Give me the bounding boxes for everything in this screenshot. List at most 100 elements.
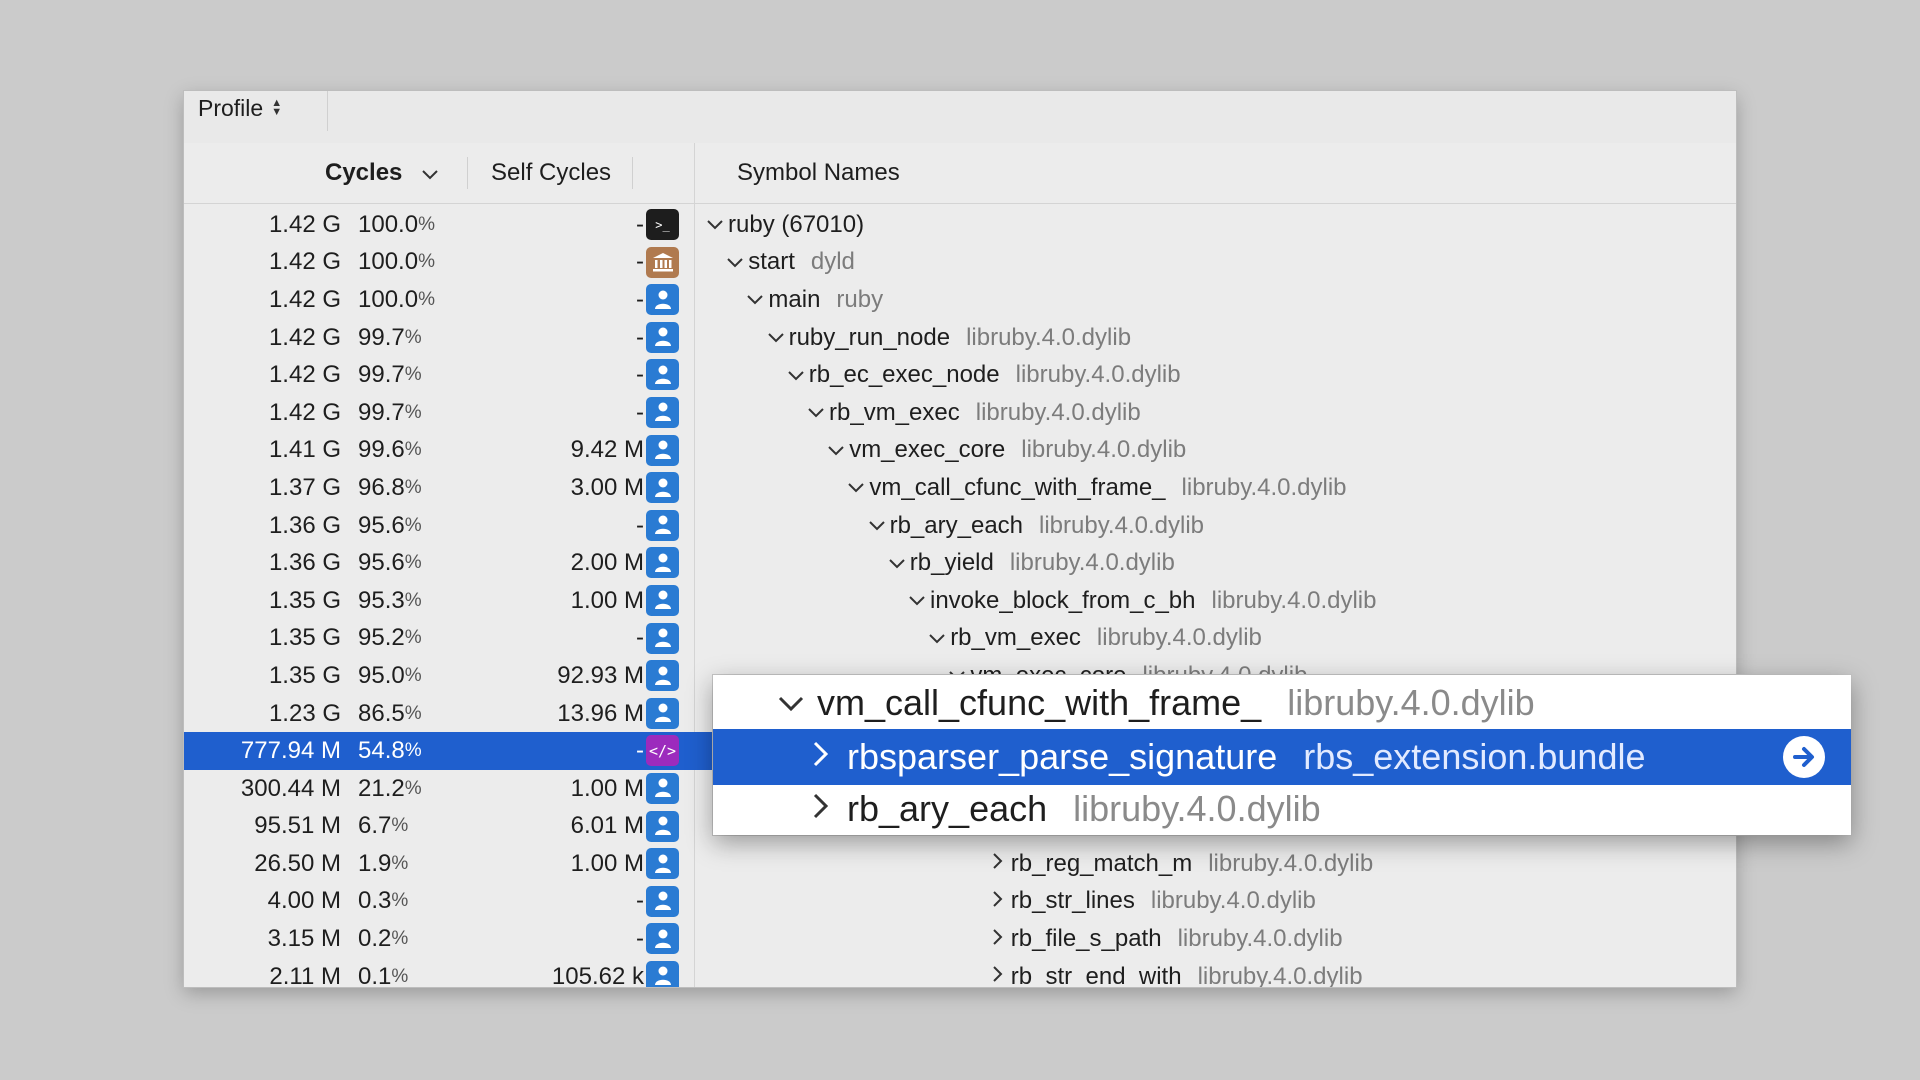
disclosure-expanded-icon[interactable]: [867, 515, 887, 536]
symbol-name: rb_reg_match_m: [1010, 849, 1193, 877]
cycles-percent: 99.7%: [358, 323, 422, 351]
table-row[interactable]: 1.42 G 100.0% - main ruby: [184, 281, 1736, 319]
disclosure-expanded-icon[interactable]: [745, 289, 765, 310]
cycles-percent: 0.3%: [358, 887, 409, 915]
disclosure-expanded-icon[interactable]: [846, 477, 866, 498]
symbol-cell[interactable]: rb_ec_exec_node libruby.4.0.dylib: [786, 356, 1181, 394]
disclosure-collapsed-icon[interactable]: [988, 966, 1008, 987]
table-row[interactable]: 1.36 G 95.6% 2.00 M rb_yield libruby.4.0.dyl…: [184, 544, 1736, 582]
self-cycles-value: -: [636, 511, 644, 539]
symbol-cell[interactable]: rb_vm_exec libruby.4.0.dylib: [806, 394, 1141, 432]
disclosure-expanded-icon[interactable]: [907, 590, 927, 611]
symbol-name: ruby_run_node: [788, 323, 951, 351]
symbol-name: rb_ary_each: [847, 788, 1048, 829]
table-row[interactable]: 2.11 M 0.1% 105.62 k rb_str_end_with libruby…: [184, 958, 1736, 987]
library-name: libruby.4.0.dylib: [1015, 361, 1181, 389]
user-code-icon: [646, 321, 679, 353]
table-row[interactable]: 26.50 M 1.9% 1.00 M rb_reg_match_m libruby.4…: [184, 845, 1736, 883]
symbol-name: start: [748, 248, 795, 276]
symbol-cell[interactable]: rb_vm_exec libruby.4.0.dylib: [927, 620, 1262, 658]
disclosure-expanded-icon[interactable]: [887, 553, 907, 574]
symbol-cell[interactable]: rb_str_lines libruby.4.0.dylib: [988, 883, 1316, 921]
popup-row[interactable]: rb_ary_each libruby.4.0.dylib: [713, 781, 1851, 837]
symbol-cell[interactable]: rb_file_s_path libruby.4.0.dylib: [988, 920, 1343, 958]
header-divider[interactable]: [632, 157, 633, 189]
user-code-icon: [646, 697, 679, 729]
symbol-name: rb_str_end_with: [1010, 962, 1182, 987]
header-divider[interactable]: [467, 157, 468, 189]
cycles-percent: 1.9%: [358, 849, 409, 877]
cycles-percent: 95.6%: [358, 549, 422, 577]
popup-row[interactable]: rbsparser_parse_signature rbs_extension.b…: [713, 729, 1851, 785]
system-library-icon: [646, 246, 679, 278]
cycles-value: 4.00 M: [267, 887, 341, 915]
call-tree-table: 1.42 G 100.0% - >_ ruby (67010) 1.42 G 100.0% -…: [184, 206, 1736, 987]
sort-descending-icon[interactable]: [422, 159, 439, 187]
symbol-cell[interactable]: rb_str_end_with libruby.4.0.dylib: [988, 958, 1363, 987]
library-name: libruby.4.0.dylib: [1150, 887, 1316, 915]
cycles-value: 3.15 M: [267, 925, 341, 953]
symbol-cell[interactable]: ruby (67010): [705, 206, 864, 244]
user-code-icon: [646, 359, 679, 391]
symbol-cell[interactable]: start dyld: [725, 244, 855, 282]
cycles-percent: 99.6%: [358, 436, 422, 464]
symbol-cell[interactable]: rb_yield libruby.4.0.dylib: [887, 544, 1175, 582]
library-name: libruby.4.0.dylib: [1096, 624, 1262, 652]
disclosure-expanded-icon[interactable]: [705, 214, 725, 235]
disclosure-expanded-icon[interactable]: [786, 365, 806, 386]
cycles-percent: 0.1%: [358, 962, 409, 987]
library-name: libruby.4.0.dylib: [1073, 788, 1321, 829]
table-row[interactable]: 1.41 G 99.6% 9.42 M vm_exec_core libruby.4.0…: [184, 432, 1736, 470]
symbol-cell[interactable]: ruby_run_node libruby.4.0.dylib: [766, 319, 1131, 357]
disclosure-collapsed-icon[interactable]: [803, 741, 839, 774]
table-row[interactable]: 1.42 G 99.7% - rb_vm_exec libruby.4.0.dylib: [184, 394, 1736, 432]
disclosure-expanded-icon[interactable]: [806, 402, 826, 423]
cycles-percent: 95.2%: [358, 624, 422, 652]
symbol-cell[interactable]: rb_ary_each libruby.4.0.dylib: [867, 507, 1204, 545]
symbol-cell[interactable]: vm_exec_core libruby.4.0.dylib: [826, 432, 1186, 470]
disclosure-collapsed-icon[interactable]: [988, 928, 1008, 950]
symbol-cell[interactable]: main ruby: [745, 281, 883, 319]
popup-row[interactable]: vm_call_cfunc_with_frame_ libruby.4.0.dyl…: [713, 675, 1851, 731]
disclosure-expanded-icon[interactable]: [766, 327, 786, 348]
cycles-value: 300.44 M: [240, 774, 341, 802]
table-row[interactable]: 1.35 G 95.2% - rb_vm_exec libruby.4.0.dylib: [184, 620, 1736, 658]
column-self-cycles-header[interactable]: Self Cycles: [491, 143, 611, 203]
navigate-arrow-icon[interactable]: [1783, 736, 1825, 778]
cycles-value: 1.36 G: [268, 511, 341, 539]
cycles-percent: 99.7%: [358, 398, 422, 426]
symbol-cell[interactable]: invoke_block_from_c_bh libruby.4.0.dylib: [907, 582, 1376, 620]
table-row[interactable]: 1.42 G 100.0% - >_ ruby (67010): [184, 206, 1736, 244]
user-code-icon: [646, 923, 679, 955]
disclosure-expanded-icon[interactable]: [826, 440, 846, 461]
terminal-icon: >_: [646, 209, 679, 240]
table-row[interactable]: 1.37 G 96.8% 3.00 M vm_call_cfunc_with_fram…: [184, 469, 1736, 507]
profile-selector[interactable]: Profile ▲ ▼: [198, 93, 282, 123]
cycles-percent: 100.0%: [358, 285, 435, 313]
self-cycles-value: 9.42 M: [570, 436, 644, 464]
symbol-cell[interactable]: rb_reg_match_m libruby.4.0.dylib: [988, 845, 1373, 883]
disclosure-expanded-icon[interactable]: [927, 628, 947, 649]
disclosure-expanded-icon[interactable]: [725, 252, 745, 273]
self-cycles-value: 92.93 M: [557, 661, 644, 689]
self-cycles-value: 13.96 M: [557, 699, 644, 727]
library-name: libruby.4.0.dylib: [1211, 586, 1377, 614]
table-row[interactable]: 1.42 G 100.0% - start dyld: [184, 244, 1736, 282]
table-row[interactable]: 4.00 M 0.3% - rb_str_lines libruby.4.0.dylib: [184, 883, 1736, 921]
cycles-value: 1.35 G: [268, 586, 341, 614]
disclosure-collapsed-icon[interactable]: [803, 793, 839, 826]
user-code-icon: [646, 772, 679, 804]
cycles-value: 1.42 G: [268, 210, 341, 238]
table-row[interactable]: 1.35 G 95.3% 1.00 M invoke_block_from_c_bh l…: [184, 582, 1736, 620]
disclosure-collapsed-icon[interactable]: [988, 853, 1008, 874]
table-row[interactable]: 3.15 M 0.2% - rb_file_s_path libruby.4.0.dyl…: [184, 920, 1736, 958]
disclosure-collapsed-icon[interactable]: [988, 891, 1008, 912]
column-cycles-header[interactable]: Cycles: [325, 143, 439, 203]
table-row[interactable]: 1.36 G 95.6% - rb_ary_each libruby.4.0.dylib: [184, 507, 1736, 545]
table-row[interactable]: 1.42 G 99.7% - ruby_run_node libruby.4.0.dyl…: [184, 319, 1736, 357]
column-symbol-names-header[interactable]: Symbol Names: [737, 143, 900, 203]
symbol-cell[interactable]: vm_call_cfunc_with_frame_ libruby.4.0.dyl…: [846, 469, 1347, 507]
disclosure-expanded-icon[interactable]: [773, 687, 809, 719]
table-row[interactable]: 1.42 G 99.7% - rb_ec_exec_node libruby.4.0.d…: [184, 356, 1736, 394]
self-cycles-value: -: [636, 887, 644, 915]
